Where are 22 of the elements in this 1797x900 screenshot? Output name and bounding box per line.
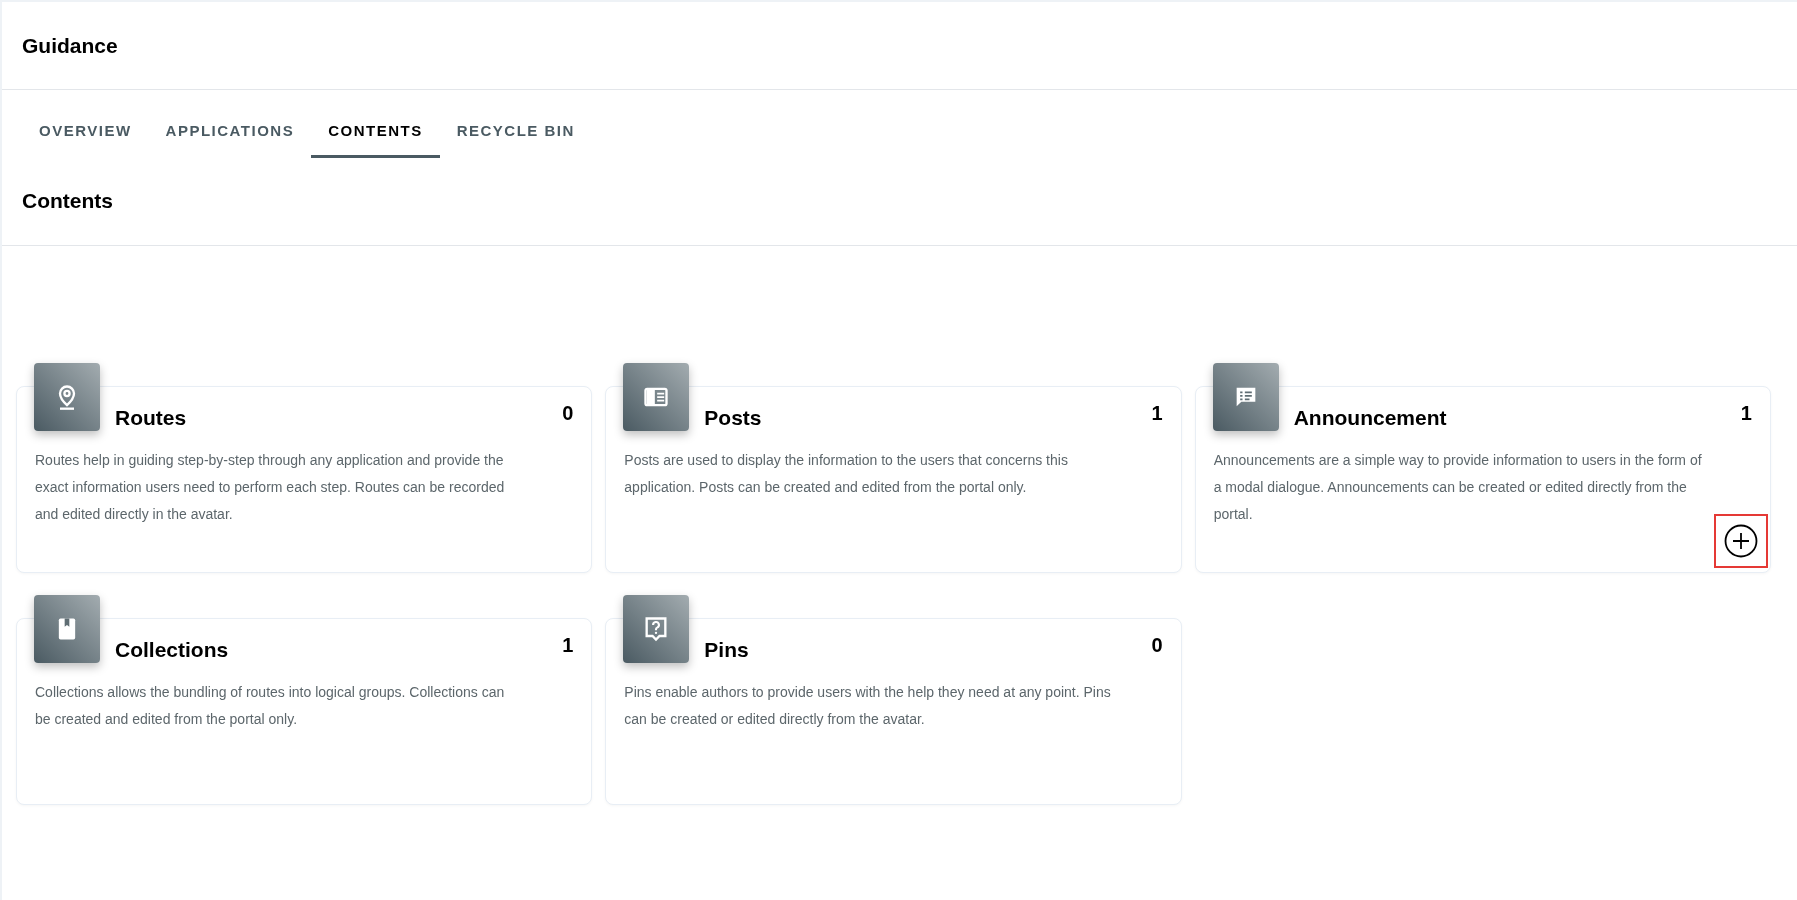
card-title: Routes [115,404,187,431]
add-button[interactable] [1714,513,1768,568]
card-description: Announcements are a simple way to provide information to users in the form of a modal dialogue. Announcements can be created or edited directly from the portal. [1213,451,1703,524]
section-title: Contents [22,188,113,215]
card-description: Pins enable authors to provide users with the help they need at any point. Pins can be created or edited directly from the avatar. [624,683,1112,729]
card-title: Pins [704,636,749,663]
item-count: 1 [1740,400,1752,426]
card-title: Collections [115,636,229,663]
page-title: Guidance [22,32,118,59]
card-title: Announcement [1293,404,1447,431]
item-count: 1 [1151,400,1163,426]
tab[interactable]: CONTENTS [311,106,440,158]
tab[interactable]: APPLICATIONS [148,106,312,158]
item-count: 0 [1151,632,1163,658]
card-description: Posts are used to display the information to the users that concerns this application. Posts can be created and edited from the portal only. [624,451,1069,497]
card-description: Routes help in guiding step-by-step through any application and provide the exact information users need to perform each step. Routes can be recorded and edited directly in the avatar. [35,451,506,524]
item-count: 1 [562,632,574,658]
card-description: Collections allows the bundling of routes into logical groups. Collections can be created and edited from the portal only. [35,683,506,729]
item-count: 0 [562,400,574,426]
card-title: Posts [704,404,762,431]
tab[interactable]: OVERVIEW [22,106,149,158]
tab[interactable]: RECYCLE BIN [439,106,592,158]
